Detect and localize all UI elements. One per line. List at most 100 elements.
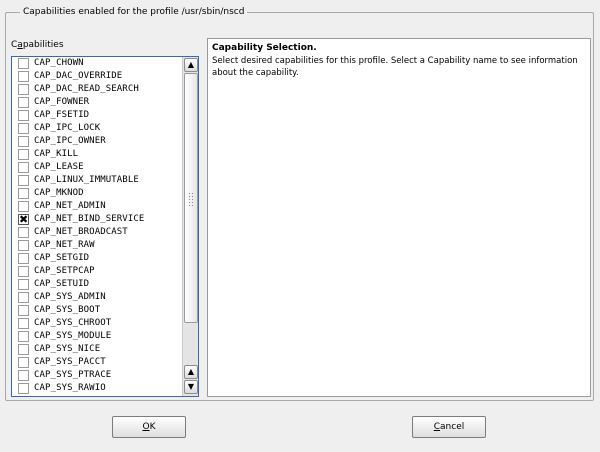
capability-checkbox[interactable] bbox=[18, 318, 29, 329]
capability-item[interactable]: CAP_LEASE bbox=[12, 161, 182, 174]
capability-name: CAP_SETGID bbox=[34, 253, 90, 263]
capability-name: CAP_SYS_PACCT bbox=[34, 357, 106, 367]
capabilities-list-items: CAP_CHOWN CAP_DAC_OVERRIDE CAP_DAC_READ_SE… bbox=[12, 57, 182, 395]
capability-checkbox[interactable] bbox=[18, 266, 29, 277]
capability-info-panel: Capability Selection. Select desired cap… bbox=[207, 38, 591, 397]
capability-name: CAP_NET_RAW bbox=[34, 240, 95, 250]
scroll-up-button[interactable]: ▲ bbox=[184, 58, 198, 72]
capability-name: CAP_IPC_OWNER bbox=[34, 136, 106, 146]
capability-checkbox[interactable] bbox=[18, 149, 29, 160]
capability-item[interactable]: CAP_NET_ADMIN bbox=[12, 200, 182, 213]
capability-item[interactable]: CAP_LINUX_IMMUTABLE bbox=[12, 174, 182, 187]
capability-name: CAP_FSETID bbox=[34, 110, 90, 120]
info-title: Capability Selection. bbox=[212, 43, 317, 53]
scroll-up-button-lower[interactable]: ▲ bbox=[184, 365, 198, 379]
capability-name: CAP_FOWNER bbox=[34, 97, 90, 107]
capability-item[interactable]: CAP_NET_RAW bbox=[12, 239, 182, 252]
capability-checkbox[interactable] bbox=[18, 383, 29, 394]
cancel-button-label: ancel bbox=[440, 422, 465, 432]
capability-checkbox[interactable] bbox=[18, 136, 29, 147]
ok-button-label: K bbox=[149, 422, 156, 432]
info-text: Select desired capabilities for this pro… bbox=[212, 56, 578, 78]
capabilities-list[interactable]: CAP_CHOWN CAP_DAC_OVERRIDE CAP_DAC_READ_SE… bbox=[11, 56, 199, 397]
capability-item[interactable]: CAP_SETPCAP bbox=[12, 265, 182, 278]
capability-name: CAP_SYS_ADMIN bbox=[34, 292, 106, 302]
group-title: Capabilities enabled for the profile /us… bbox=[20, 6, 248, 18]
up-arrow-icon: ▲ bbox=[187, 60, 195, 69]
capability-name: CAP_SYS_NICE bbox=[34, 344, 101, 354]
capabilities-label: Capabilities bbox=[11, 39, 64, 51]
capability-item[interactable]: CAP_SYS_CHROOT bbox=[12, 317, 182, 330]
capability-checkbox[interactable] bbox=[18, 123, 29, 134]
capability-name: CAP_SYS_BOOT bbox=[34, 305, 101, 315]
capability-checkbox[interactable] bbox=[18, 227, 29, 238]
capability-item[interactable]: CAP_SYS_PACCT bbox=[12, 356, 182, 369]
capability-item[interactable]: CAP_FSETID bbox=[12, 109, 182, 122]
capability-item[interactable]: CAP_NET_BROADCAST bbox=[12, 226, 182, 239]
capability-checkbox[interactable] bbox=[18, 305, 29, 316]
capability-name: CAP_DAC_READ_SEARCH bbox=[34, 84, 139, 94]
capability-checkbox[interactable] bbox=[18, 253, 29, 264]
capability-item[interactable]: CAP_SETUID bbox=[12, 278, 182, 291]
capability-item[interactable]: ✖ CAP_NET_BIND_SERVICE bbox=[12, 213, 182, 226]
capability-checkbox[interactable] bbox=[18, 188, 29, 199]
ok-button[interactable]: OK bbox=[112, 416, 186, 438]
capability-name: CAP_SETPCAP bbox=[34, 266, 95, 276]
capability-checkbox[interactable] bbox=[18, 370, 29, 381]
cancel-button[interactable]: Cancel bbox=[412, 416, 486, 438]
ok-button-mnemonic: O bbox=[142, 422, 150, 432]
capability-name: CAP_NET_ADMIN bbox=[34, 201, 106, 211]
capability-checkbox[interactable] bbox=[18, 58, 29, 69]
scrollbar-thumb[interactable] bbox=[184, 73, 198, 323]
capability-checkbox[interactable]: ✖ bbox=[18, 214, 29, 225]
capability-item[interactable]: CAP_SYS_ADMIN bbox=[12, 291, 182, 304]
vertical-scrollbar[interactable]: ▲ ▲ ▼ bbox=[182, 57, 198, 396]
capability-item[interactable]: CAP_DAC_OVERRIDE bbox=[12, 70, 182, 83]
capability-name: CAP_DAC_OVERRIDE bbox=[34, 71, 123, 81]
capability-name: CAP_LINUX_IMMUTABLE bbox=[34, 175, 139, 185]
capability-name: CAP_SYS_RAWIO bbox=[34, 383, 106, 393]
capability-name: CAP_NET_BIND_SERVICE bbox=[34, 214, 145, 224]
up-arrow-icon: ▲ bbox=[187, 367, 195, 376]
capability-checkbox[interactable] bbox=[18, 97, 29, 108]
capability-checkbox[interactable] bbox=[18, 331, 29, 342]
capability-checkbox[interactable] bbox=[18, 344, 29, 355]
scroll-down-button[interactable]: ▼ bbox=[184, 380, 198, 394]
capability-name: CAP_MKNOD bbox=[34, 188, 84, 198]
down-arrow-icon: ▼ bbox=[187, 382, 195, 391]
capability-item[interactable]: CAP_SYS_MODULE bbox=[12, 330, 182, 343]
capability-name: CAP_NET_BROADCAST bbox=[34, 227, 128, 237]
capability-checkbox[interactable] bbox=[18, 175, 29, 186]
capability-name: CAP_IPC_LOCK bbox=[34, 123, 101, 133]
capability-checkbox[interactable] bbox=[18, 84, 29, 95]
capability-item[interactable]: CAP_FOWNER bbox=[12, 96, 182, 109]
capability-item[interactable]: CAP_SYS_BOOT bbox=[12, 304, 182, 317]
capability-item[interactable]: CAP_DAC_READ_SEARCH bbox=[12, 83, 182, 96]
capability-item[interactable]: CAP_SYS_NICE bbox=[12, 343, 182, 356]
capability-name: CAP_CHOWN bbox=[34, 58, 84, 68]
capability-item[interactable]: CAP_IPC_LOCK bbox=[12, 122, 182, 135]
capability-name: CAP_SYS_CHROOT bbox=[34, 318, 112, 328]
capability-name: CAP_SYS_MODULE bbox=[34, 331, 112, 341]
capability-item[interactable]: CAP_SYS_PTRACE bbox=[12, 369, 182, 382]
capability-checkbox[interactable] bbox=[18, 240, 29, 251]
capability-checkbox[interactable] bbox=[18, 357, 29, 368]
x-mark-icon: ✖ bbox=[19, 213, 29, 226]
capability-checkbox[interactable] bbox=[18, 162, 29, 173]
capability-item[interactable]: CAP_MKNOD bbox=[12, 187, 182, 200]
capability-item[interactable]: CAP_SYS_RAWIO bbox=[12, 382, 182, 395]
capability-name: CAP_SETUID bbox=[34, 279, 90, 289]
grip-icon bbox=[188, 192, 195, 206]
capability-item[interactable]: CAP_IPC_OWNER bbox=[12, 135, 182, 148]
capability-item[interactable]: CAP_SETGID bbox=[12, 252, 182, 265]
capability-checkbox[interactable] bbox=[18, 279, 29, 290]
capability-checkbox[interactable] bbox=[18, 71, 29, 82]
capability-name: CAP_LEASE bbox=[34, 162, 84, 172]
capability-name: CAP_SYS_PTRACE bbox=[34, 370, 112, 380]
capability-item[interactable]: CAP_KILL bbox=[12, 148, 182, 161]
capabilities-label-rest: pabilities bbox=[22, 40, 64, 50]
capability-checkbox[interactable] bbox=[18, 201, 29, 212]
capability-checkbox[interactable] bbox=[18, 292, 29, 303]
capability-item[interactable]: CAP_CHOWN bbox=[12, 57, 182, 70]
capability-checkbox[interactable] bbox=[18, 110, 29, 121]
